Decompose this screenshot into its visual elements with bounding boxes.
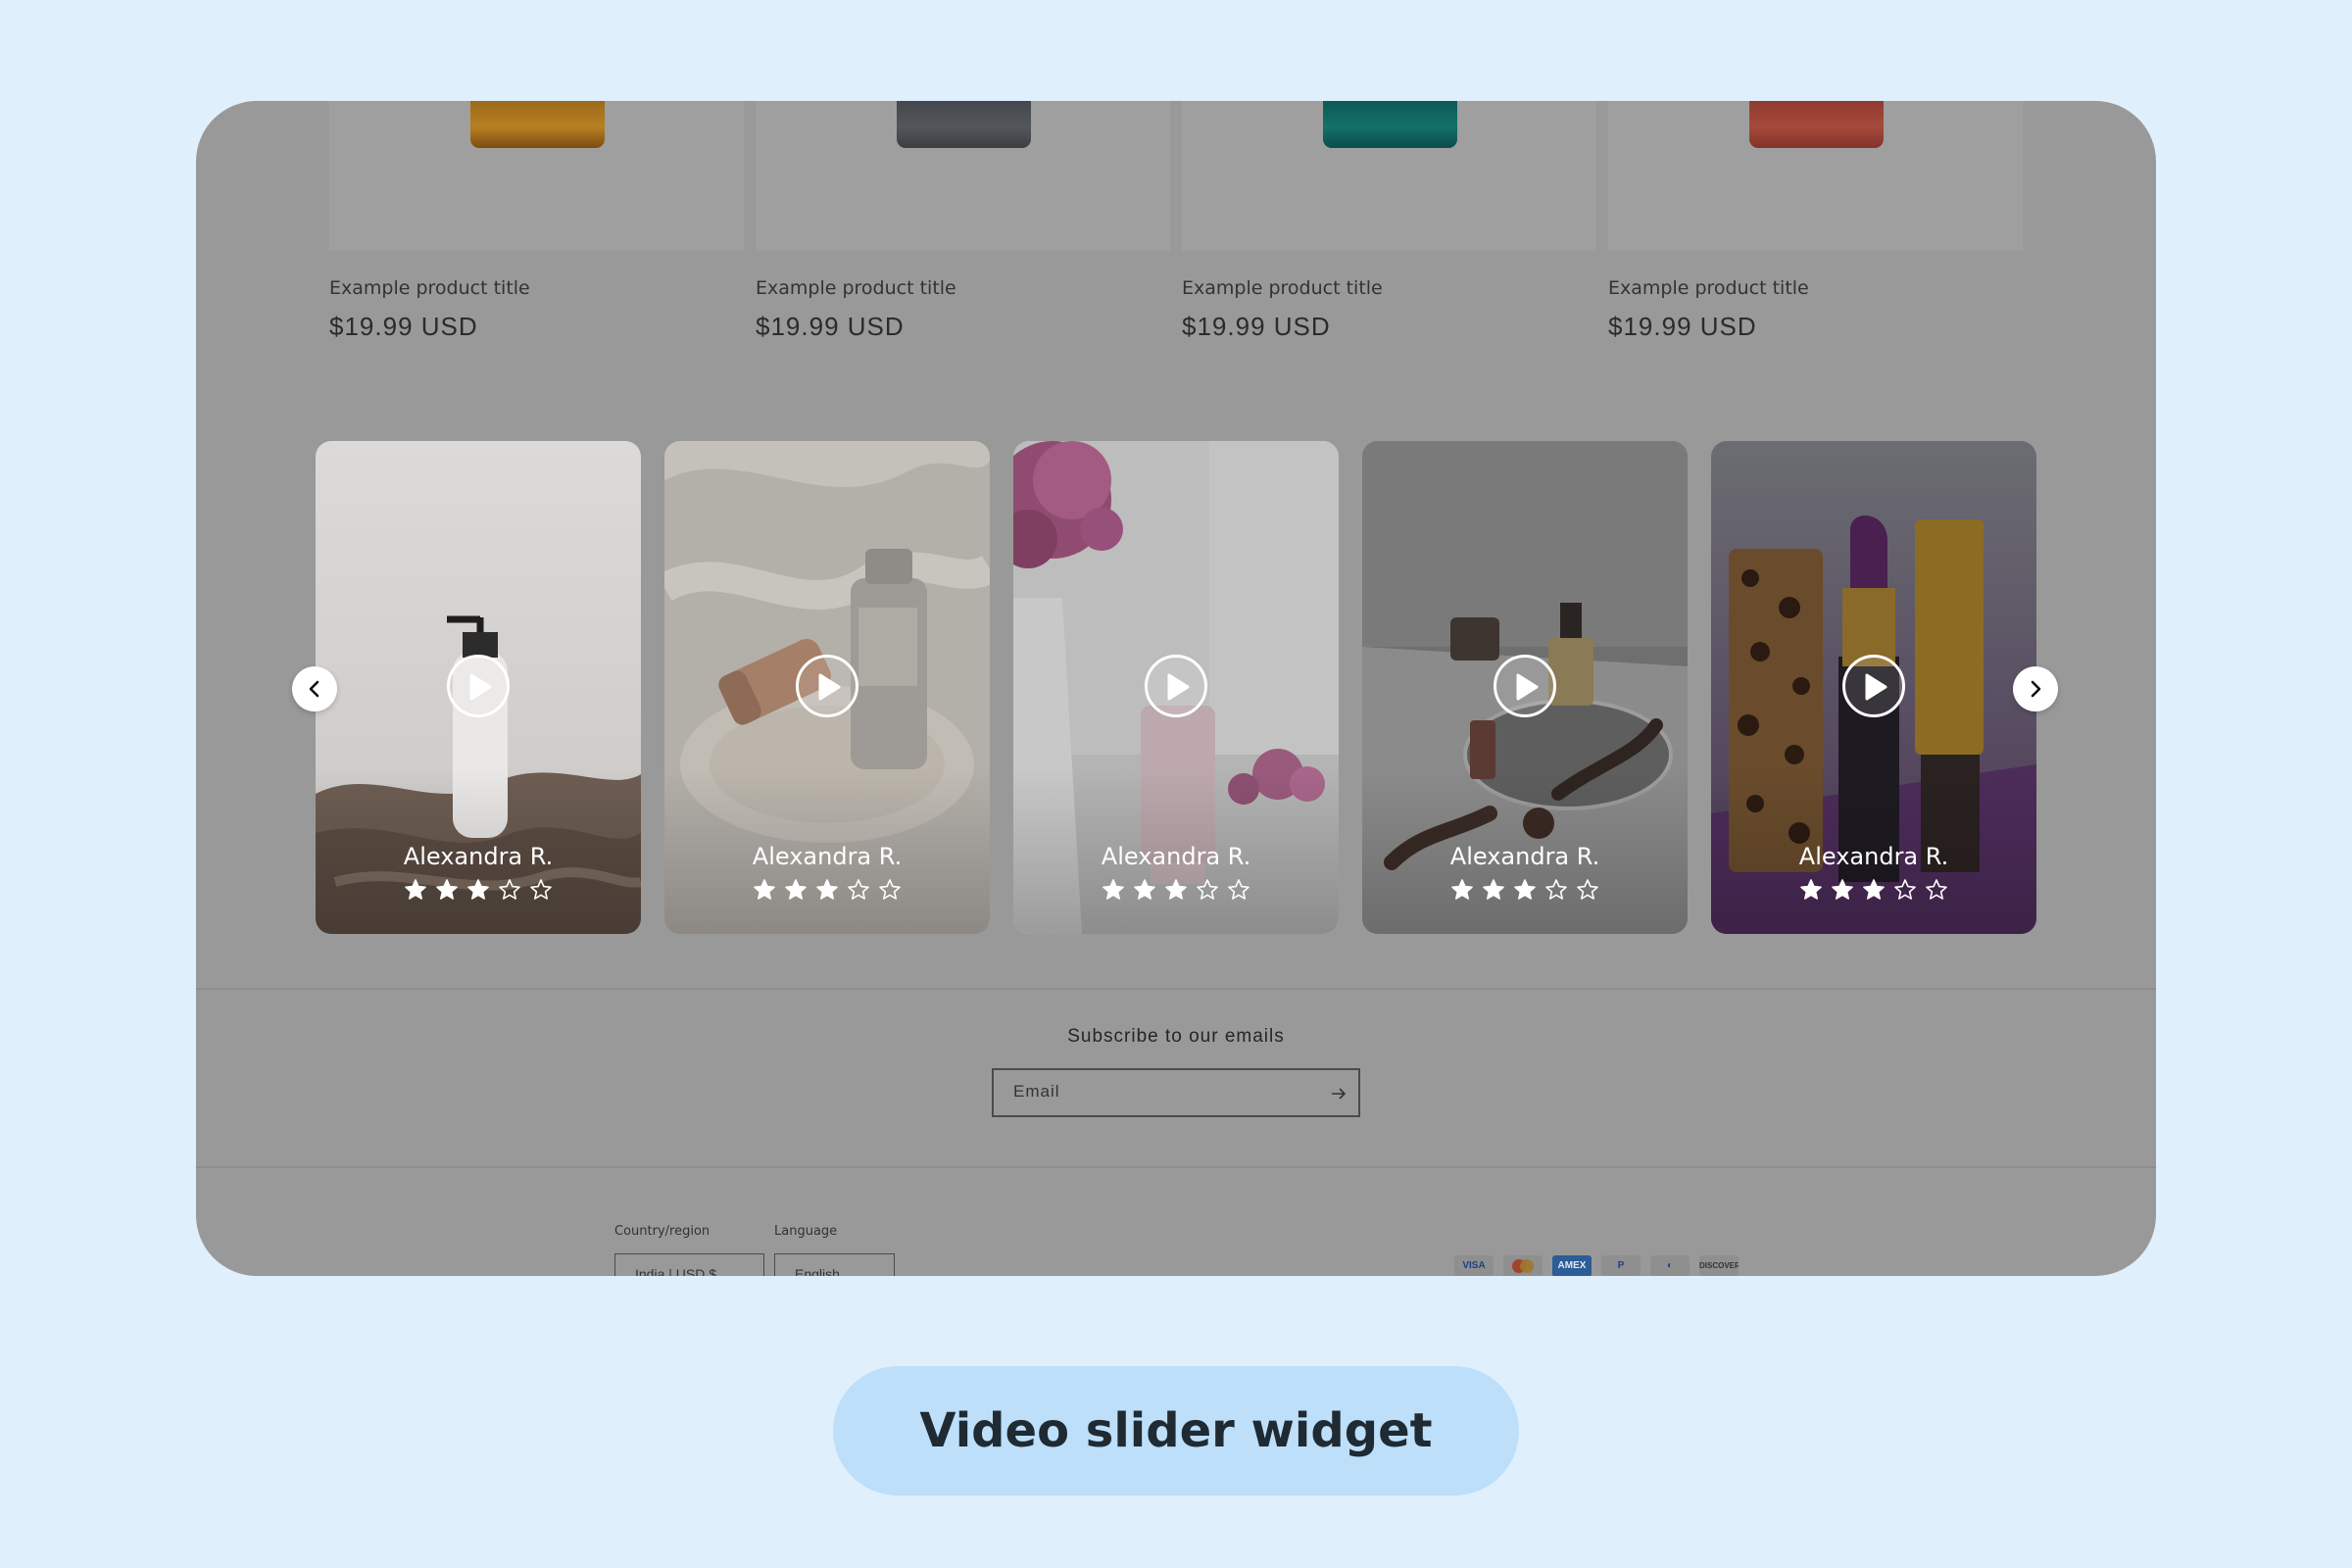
- star-empty-icon: [1545, 879, 1567, 900]
- star-filled-icon: [1451, 879, 1473, 900]
- video-slider: Alexandra R. Alexandra R. Alexandra R. A…: [196, 101, 2156, 983]
- subscribe-title: Subscribe to our emails: [1067, 1026, 1285, 1047]
- star-filled-icon: [1165, 879, 1187, 900]
- video-card[interactable]: Alexandra R.: [1711, 441, 2036, 934]
- star-rating: [664, 878, 990, 902]
- star-filled-icon: [467, 879, 489, 900]
- star-filled-icon: [816, 879, 838, 900]
- play-icon[interactable]: [796, 655, 858, 717]
- star-filled-icon: [785, 879, 807, 900]
- video-card[interactable]: Alexandra R.: [316, 441, 641, 934]
- star-rating: [1013, 878, 1339, 902]
- country-select[interactable]: India | USD $ ⌄: [614, 1253, 764, 1276]
- visa-icon: VISA: [1454, 1255, 1494, 1276]
- star-empty-icon: [1197, 879, 1218, 900]
- play-icon[interactable]: [1494, 655, 1556, 717]
- star-filled-icon: [754, 879, 775, 900]
- amex-icon: AMEX: [1552, 1255, 1592, 1276]
- star-filled-icon: [1514, 879, 1536, 900]
- reviewer-name: Alexandra R.: [1798, 843, 1949, 870]
- video-card[interactable]: Alexandra R.: [664, 441, 990, 934]
- star-filled-icon: [436, 879, 458, 900]
- reviewer-name: Alexandra R.: [752, 843, 903, 870]
- language-label: Language: [774, 1224, 838, 1239]
- star-filled-icon: [1863, 879, 1885, 900]
- star-rating: [1362, 878, 1688, 902]
- language-select[interactable]: English ⌄: [774, 1253, 895, 1276]
- reviewer-name: Alexandra R.: [403, 843, 554, 870]
- slider-prev-button[interactable]: [292, 666, 337, 711]
- play-icon[interactable]: [447, 655, 510, 717]
- star-empty-icon: [499, 879, 520, 900]
- language-value: English: [795, 1266, 840, 1276]
- country-label: Country/region: [614, 1224, 710, 1239]
- section-divider: [196, 988, 2156, 990]
- star-empty-icon: [879, 879, 901, 900]
- play-icon[interactable]: [1145, 655, 1207, 717]
- star-filled-icon: [1483, 879, 1504, 900]
- star-rating: [316, 878, 641, 902]
- chevron-down-icon: ⌄: [741, 1268, 752, 1276]
- play-icon[interactable]: [1842, 655, 1905, 717]
- paypal-icon: P: [1601, 1255, 1641, 1276]
- star-empty-icon: [1228, 879, 1250, 900]
- country-value: India | USD $: [635, 1266, 717, 1276]
- star-filled-icon: [1134, 879, 1155, 900]
- reviewer-name: Alexandra R.: [1101, 843, 1251, 870]
- slider-next-button[interactable]: [2013, 666, 2058, 711]
- email-input[interactable]: [1013, 1082, 1307, 1102]
- chevron-right-icon: [2031, 680, 2041, 698]
- video-card[interactable]: Alexandra R.: [1362, 441, 1688, 934]
- star-empty-icon: [1894, 879, 1916, 900]
- video-card[interactable]: Alexandra R.: [1013, 441, 1339, 934]
- star-rating: [1711, 878, 2036, 902]
- star-filled-icon: [1102, 879, 1124, 900]
- reviewer-name: Alexandra R.: [1449, 843, 1600, 870]
- star-filled-icon: [1832, 879, 1853, 900]
- email-field[interactable]: [992, 1068, 1360, 1117]
- arrow-right-icon[interactable]: [1329, 1084, 1348, 1103]
- chevron-left-icon: [309, 680, 319, 698]
- star-empty-icon: [848, 879, 869, 900]
- star-empty-icon: [1577, 879, 1598, 900]
- discover-icon: DISCOVER: [1699, 1255, 1739, 1276]
- store-preview: Example product title $19.99 USD Example…: [196, 101, 2156, 1276]
- chevron-down-icon: ⌄: [871, 1268, 882, 1276]
- diners-icon: ◐: [1650, 1255, 1690, 1276]
- star-empty-icon: [530, 879, 552, 900]
- mastercard-icon: [1503, 1255, 1543, 1276]
- section-divider: [196, 1166, 2156, 1168]
- star-filled-icon: [1800, 879, 1822, 900]
- star-filled-icon: [405, 879, 426, 900]
- widget-caption: Video slider widget: [833, 1366, 1519, 1495]
- star-empty-icon: [1926, 879, 1947, 900]
